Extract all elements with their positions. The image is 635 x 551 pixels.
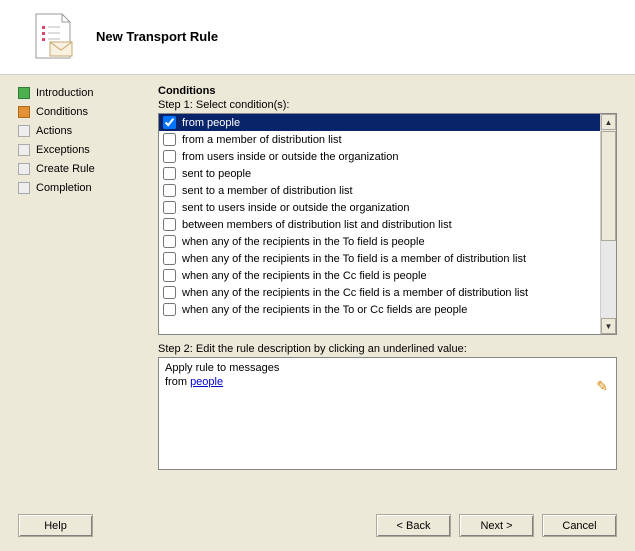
condition-checkbox[interactable] [163, 167, 176, 180]
condition-label: from people [182, 117, 240, 129]
sidebar-step-label: Exceptions [36, 144, 90, 156]
step-status-icon [18, 125, 30, 137]
condition-checkbox[interactable] [163, 286, 176, 299]
condition-label: sent to users inside or outside the orga… [182, 202, 409, 214]
condition-row[interactable]: from users inside or outside the organiz… [159, 148, 600, 165]
description-line-1: Apply rule to messages [165, 362, 610, 374]
step-status-icon [18, 106, 30, 118]
sidebar-step-label: Actions [36, 125, 72, 137]
wizard-content: Introduction Conditions Actions Exceptions C… [0, 75, 635, 485]
condition-checkbox[interactable] [163, 133, 176, 146]
cancel-button[interactable]: Cancel [542, 514, 617, 537]
sidebar-step-0[interactable]: Introduction [18, 87, 150, 99]
sidebar-step-label: Create Rule [36, 163, 95, 175]
condition-row[interactable]: when any of the recipients in the Cc fie… [159, 284, 600, 301]
wizard-header: New Transport Rule [0, 0, 635, 75]
sidebar-step-label: Completion [36, 182, 92, 194]
condition-checkbox[interactable] [163, 269, 176, 282]
edit-pencil-icon[interactable]: ✎ [596, 378, 608, 395]
condition-row[interactable]: when any of the recipients in the Cc fie… [159, 267, 600, 284]
condition-checkbox[interactable] [163, 116, 176, 129]
description-prefix: from [165, 376, 190, 388]
sidebar-step-5[interactable]: Completion [18, 182, 150, 194]
scrollbar[interactable]: ▲ ▼ [600, 114, 616, 334]
step1-label: Step 1: Select condition(s): [158, 99, 617, 111]
condition-checkbox[interactable] [163, 303, 176, 316]
wizard-title: New Transport Rule [96, 29, 218, 44]
scroll-down-button[interactable]: ▼ [601, 318, 616, 334]
condition-label: sent to people [182, 168, 251, 180]
condition-checkbox[interactable] [163, 252, 176, 265]
back-button[interactable]: < Back [376, 514, 451, 537]
condition-row[interactable]: when any of the recipients in the To fie… [159, 233, 600, 250]
condition-checkbox[interactable] [163, 150, 176, 163]
conditions-list[interactable]: from people from a member of distribution… [159, 114, 600, 334]
condition-row[interactable]: sent to people [159, 165, 600, 182]
condition-label: when any of the recipients in the To fie… [182, 236, 425, 248]
wizard-footer: Help < Back Next > Cancel [18, 514, 617, 537]
step-sidebar: Introduction Conditions Actions Exceptions C… [18, 85, 158, 485]
step-status-icon [18, 87, 30, 99]
condition-checkbox[interactable] [163, 201, 176, 214]
scroll-up-button[interactable]: ▲ [601, 114, 616, 130]
condition-row[interactable]: when any of the recipients in the To or … [159, 301, 600, 318]
condition-label: sent to a member of distribution list [182, 185, 353, 197]
main-panel: Conditions Step 1: Select condition(s): … [158, 85, 617, 485]
condition-checkbox[interactable] [163, 218, 176, 231]
panel-title: Conditions [158, 85, 617, 97]
condition-checkbox[interactable] [163, 184, 176, 197]
step2-label: Step 2: Edit the rule description by cli… [158, 343, 617, 355]
scroll-thumb[interactable] [601, 131, 616, 241]
condition-label: between members of distribution list and… [182, 219, 452, 231]
sidebar-step-3[interactable]: Exceptions [18, 144, 150, 156]
sidebar-step-label: Introduction [36, 87, 93, 99]
condition-row[interactable]: sent to users inside or outside the orga… [159, 199, 600, 216]
sidebar-step-label: Conditions [36, 106, 88, 118]
condition-label: when any of the recipients in the Cc fie… [182, 270, 427, 282]
sidebar-step-4[interactable]: Create Rule [18, 163, 150, 175]
condition-row[interactable]: when any of the recipients in the To fie… [159, 250, 600, 267]
condition-label: when any of the recipients in the Cc fie… [182, 287, 528, 299]
condition-label: when any of the recipients in the To fie… [182, 253, 526, 265]
sidebar-step-2[interactable]: Actions [18, 125, 150, 137]
wizard-page-icon [30, 12, 78, 60]
rule-description-box: Apply rule to messages from people ✎ [158, 357, 617, 470]
condition-label: from users inside or outside the organiz… [182, 151, 398, 163]
condition-label: from a member of distribution list [182, 134, 342, 146]
condition-row[interactable]: from people [159, 114, 600, 131]
condition-checkbox[interactable] [163, 235, 176, 248]
next-button[interactable]: Next > [459, 514, 534, 537]
condition-row[interactable]: between members of distribution list and… [159, 216, 600, 233]
conditions-list-box: from people from a member of distribution… [158, 113, 617, 335]
people-link[interactable]: people [190, 376, 223, 388]
condition-row[interactable]: from a member of distribution list [159, 131, 600, 148]
condition-row[interactable]: sent to a member of distribution list [159, 182, 600, 199]
condition-label: when any of the recipients in the To or … [182, 304, 467, 316]
description-line-2: from people [165, 376, 610, 388]
step-status-icon [18, 144, 30, 156]
sidebar-step-1[interactable]: Conditions [18, 106, 150, 118]
step-status-icon [18, 163, 30, 175]
step-status-icon [18, 182, 30, 194]
help-button[interactable]: Help [18, 514, 93, 537]
step2-section: Step 2: Edit the rule description by cli… [158, 343, 617, 470]
